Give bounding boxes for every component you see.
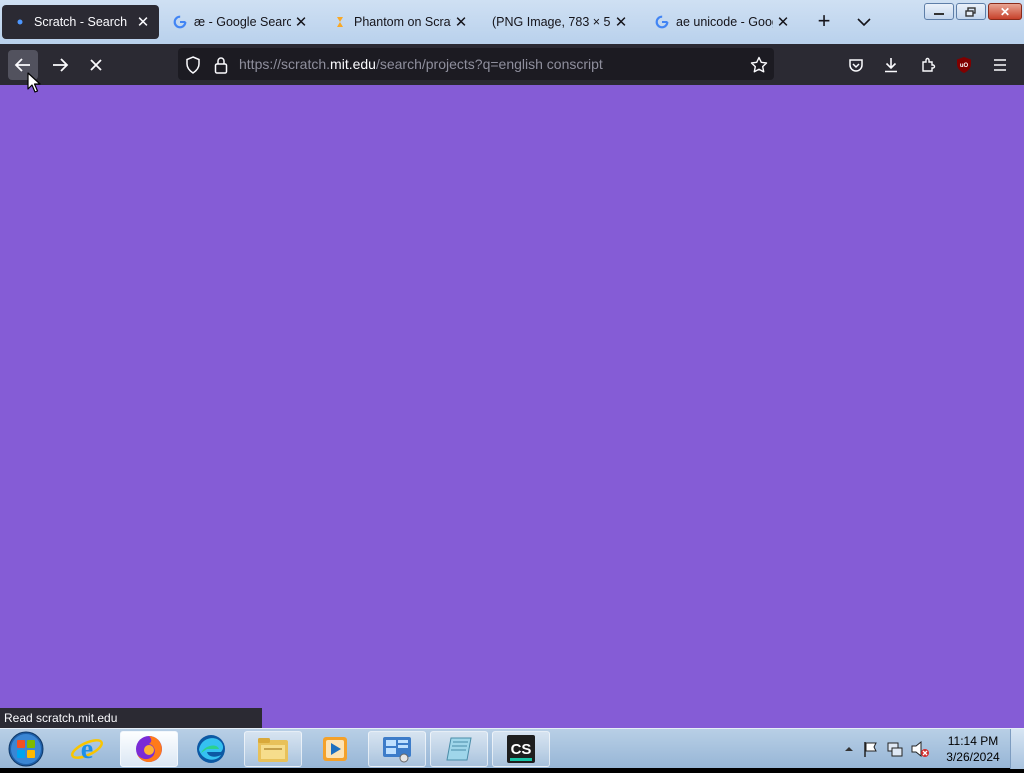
tab-close-icon[interactable]: ✕ <box>451 12 471 32</box>
tab-close-icon[interactable]: ✕ <box>611 12 631 32</box>
mouse-cursor-icon <box>27 72 41 93</box>
tab-scratch-search[interactable]: Scratch - Search ✕ <box>2 5 159 39</box>
tab-phantom-scratch[interactable]: Phantom on Scratch ✕ <box>322 5 477 39</box>
stop-loading-icon[interactable] <box>81 50 111 80</box>
volume-muted-icon[interactable] <box>910 739 930 759</box>
tab-close-icon[interactable]: ✕ <box>291 12 311 32</box>
svg-text:CS: CS <box>511 741 532 758</box>
url-text[interactable]: https://scratch.mit.edu/search/projects?… <box>239 56 603 72</box>
google-icon <box>172 14 188 30</box>
list-all-tabs-chevron-icon[interactable] <box>852 10 876 34</box>
clock-time: 11:14 PM <box>947 734 999 748</box>
ublock-origin-icon[interactable]: uO <box>949 50 979 80</box>
minimize-icon[interactable] <box>924 3 954 20</box>
tab-title: ae unicode - Google Search <box>676 15 773 29</box>
url-path: /search/projects?q=english conscript <box>375 56 603 72</box>
tab-ae-unicode-google[interactable]: ae unicode - Google Search ✕ <box>644 5 799 39</box>
system-tray <box>842 735 930 763</box>
scratch-dot-icon <box>12 14 28 30</box>
notepad-icon[interactable] <box>430 731 488 767</box>
close-window-icon[interactable]: ✕ <box>988 3 1022 20</box>
status-bar: Read scratch.mit.edu <box>0 708 262 728</box>
tab-title: Phantom on Scratch <box>354 15 451 29</box>
tab-ae-google[interactable]: æ - Google Search ✕ <box>162 5 317 39</box>
forward-arrow-icon[interactable] <box>45 50 75 80</box>
tab-strip: Scratch - Search ✕ æ - Google Search ✕ P… <box>0 0 1024 44</box>
internet-explorer-icon[interactable]: e <box>58 731 116 767</box>
page-content <box>0 85 1024 728</box>
cs-app-icon[interactable]: CS <box>492 731 550 767</box>
svg-text:e: e <box>81 734 93 765</box>
google-icon <box>654 14 670 30</box>
downloads-icon[interactable] <box>876 50 906 80</box>
svg-text:uO: uO <box>960 63 969 69</box>
tab-png-image[interactable]: (PNG Image, 783 × 587 pixels) ✕ <box>482 5 637 39</box>
show-hidden-icons-arrow-icon[interactable] <box>842 739 856 759</box>
tab-title: Scratch - Search <box>34 15 128 29</box>
tracking-protection-shield-icon[interactable] <box>182 54 204 76</box>
control-panel-icon[interactable] <box>368 731 426 767</box>
restore-icon[interactable] <box>956 3 986 20</box>
start-orb-icon[interactable] <box>6 730 46 768</box>
hamburger-menu-icon[interactable] <box>985 50 1015 80</box>
firefox-icon[interactable] <box>120 731 178 767</box>
address-bar[interactable]: https://scratch.mit.edu/search/projects?… <box>178 48 774 80</box>
window-controls: ✕ <box>924 3 1022 21</box>
tab-title: (PNG Image, 783 × 587 pixels) <box>492 15 611 29</box>
tab-title: æ - Google Search <box>194 15 291 29</box>
media-player-icon[interactable] <box>306 731 364 767</box>
windows-taskbar: e CS 11:14 PM 3/26/2024 <box>0 728 1024 769</box>
navigation-toolbar: https://scratch.mit.edu/search/projects?… <box>0 44 1024 85</box>
taskbar-clock[interactable]: 11:14 PM 3/26/2024 <box>940 733 1006 765</box>
pocket-icon[interactable] <box>841 50 871 80</box>
url-host: mit.edu <box>330 56 376 72</box>
new-tab-plus-icon[interactable]: + <box>812 10 836 34</box>
scratch-icon <box>332 14 348 30</box>
action-center-flag-icon[interactable] <box>862 739 880 759</box>
clock-date: 3/26/2024 <box>946 750 1000 764</box>
tab-close-icon[interactable]: ✕ <box>773 12 793 32</box>
url-prefix: https://scratch. <box>239 56 331 72</box>
show-desktop-button[interactable] <box>1010 729 1024 769</box>
bookmark-star-icon[interactable] <box>748 54 770 76</box>
extensions-puzzle-icon[interactable] <box>913 50 943 80</box>
file-explorer-icon[interactable] <box>244 731 302 767</box>
lock-icon[interactable] <box>210 54 232 76</box>
edge-browser-icon[interactable] <box>182 731 240 767</box>
tab-close-icon[interactable]: ✕ <box>133 12 153 32</box>
network-icon[interactable] <box>886 739 904 759</box>
